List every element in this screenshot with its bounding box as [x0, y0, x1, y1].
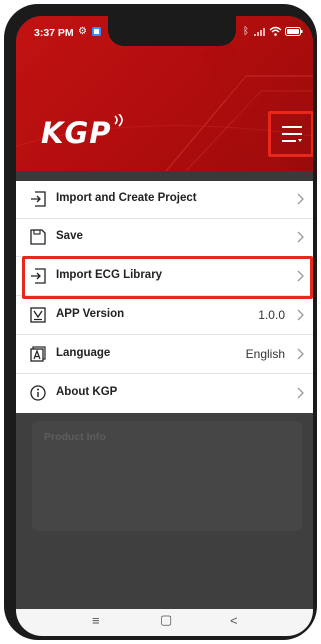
menu-item-label: About KGP	[56, 386, 118, 398]
product-info-card: Product Info	[32, 421, 302, 531]
version-icon	[30, 307, 46, 323]
chevron-right-icon	[297, 193, 304, 205]
camera-notch	[108, 16, 236, 46]
phone-frame: 3:37 PM ⚙ ᛒ KGP Import and Create Projec…	[4, 4, 317, 640]
back-button[interactable]: <	[230, 613, 238, 628]
menu-item-label: Save	[56, 230, 83, 242]
app-logo: KGP	[41, 116, 112, 150]
hamburger-menu-icon	[282, 126, 302, 142]
menu-button[interactable]	[268, 111, 313, 157]
menu-item-language[interactable]: Language English	[16, 336, 313, 374]
app-version-value: 1.0.0	[258, 308, 285, 322]
chevron-right-icon	[297, 348, 304, 360]
wifi-icon	[269, 26, 282, 39]
chevron-right-icon	[297, 387, 304, 399]
gear-icon: ⚙	[78, 26, 87, 37]
app-header: 3:37 PM ⚙ ᛒ KGP	[16, 16, 313, 171]
info-icon	[30, 385, 46, 401]
menu-item-label: Import and Create Project	[56, 192, 197, 204]
signal-waves-icon	[114, 114, 123, 127]
language-value: English	[245, 347, 285, 361]
menu-item-save[interactable]: Save	[16, 219, 313, 257]
import-arrow-icon	[31, 191, 46, 207]
system-nav-bar: ≡ ▢ <	[16, 609, 313, 636]
save-icon	[30, 229, 46, 245]
product-info-title: Product Info	[44, 431, 106, 443]
status-time: 3:37 PM	[34, 27, 74, 39]
dimmed-background[interactable]: Product Info	[16, 413, 313, 609]
bluetooth-icon: ᛒ	[243, 26, 249, 37]
recent-apps-button[interactable]: ≡	[92, 613, 100, 628]
menu-item-label: Language	[56, 347, 111, 359]
battery-icon	[285, 27, 303, 39]
status-bar: 3:37 PM ⚙ ᛒ	[16, 16, 313, 46]
menu-item-import-create-project[interactable]: Import and Create Project	[16, 181, 313, 219]
screen: 3:37 PM ⚙ ᛒ KGP Import and Create Projec…	[16, 16, 313, 636]
signal-icon	[254, 28, 266, 39]
menu-item-app-version[interactable]: APP Version 1.0.0	[16, 297, 313, 335]
menu-item-label: APP Version	[56, 308, 125, 320]
chevron-right-icon	[297, 231, 304, 243]
chevron-right-icon	[297, 309, 304, 321]
language-icon	[30, 346, 46, 362]
home-button[interactable]: ▢	[160, 612, 172, 628]
app-icon	[92, 27, 101, 39]
menu-item-about[interactable]: About KGP	[16, 375, 313, 413]
highlight-box-import-ecg	[22, 256, 313, 299]
